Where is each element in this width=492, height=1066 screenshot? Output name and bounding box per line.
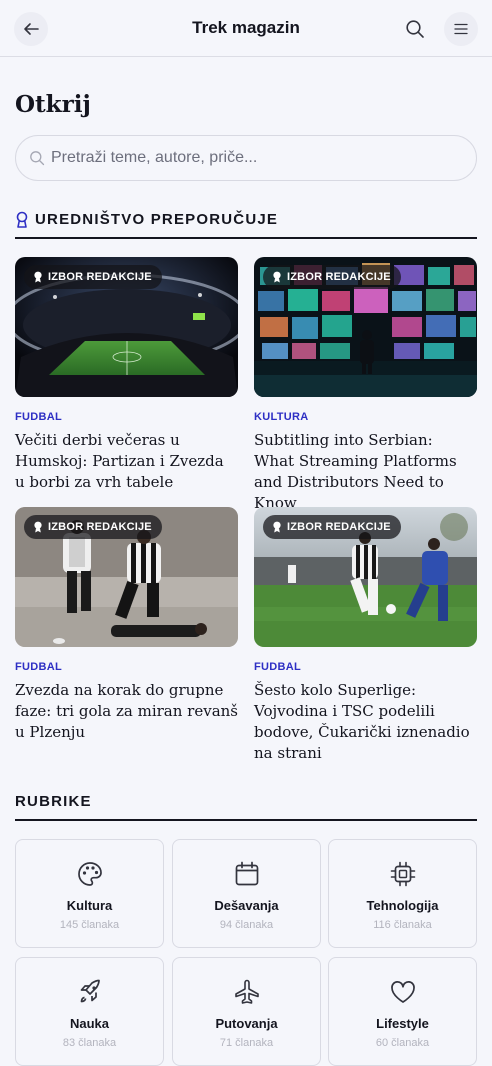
article-image-match: IZBOR REDAKCIJE <box>254 507 477 647</box>
category-tile-lifestyle[interactable]: Lifestyle 60 članaka <box>328 957 477 1066</box>
category-count: 94 članaka <box>219 919 274 931</box>
airplane-icon <box>234 979 259 1004</box>
article-image-screens: IZBOR REDAKCIJE <box>254 257 477 397</box>
category-name: Lifestyle <box>376 1016 429 1031</box>
category-tile-desavanja[interactable]: Dešavanja 94 članaka <box>172 839 321 948</box>
award-ribbon-icon <box>16 211 28 228</box>
editors-pick-badge: IZBOR REDAKCIJE <box>24 515 162 539</box>
search-field[interactable] <box>15 135 477 181</box>
search-input[interactable] <box>51 149 451 167</box>
category-name: Nauka <box>69 1016 110 1031</box>
article-title[interactable]: Subtitling into Serbian: What Streaming … <box>254 430 477 514</box>
palette-icon <box>77 862 102 886</box>
category-count: 145 članaka <box>59 919 120 931</box>
article-title[interactable]: Šesto kolo Superlige: Vojvodina i TSC po… <box>254 680 477 764</box>
heart-icon <box>390 981 415 1003</box>
search-icon <box>406 20 424 38</box>
editors-pick-badge: IZBOR REDAKCIJE <box>263 265 401 289</box>
article-card[interactable]: IZBOR REDAKCIJE KULTURA Subtitling into … <box>254 257 477 514</box>
search-button[interactable] <box>398 12 432 46</box>
article-category[interactable]: FUDBAL <box>15 661 238 673</box>
category-tile-nauka[interactable]: Nauka 83 članaka <box>15 957 164 1066</box>
article-card[interactable]: IZBOR REDAKCIJE FUDBAL Zvezda na korak d… <box>15 507 238 743</box>
editors-pick-badge-label: IZBOR REDAKCIJE <box>287 521 391 533</box>
category-name: Kultura <box>66 898 113 913</box>
hamburger-menu-icon <box>454 23 468 35</box>
calendar-icon <box>235 861 258 886</box>
article-title[interactable]: Večiti derbi večeras u Humskoj: Partizan… <box>15 430 238 493</box>
editors-picks-heading: UREDNIŠTVO PREPORUČUJE <box>15 211 477 239</box>
article-image-stadium: IZBOR REDAKCIJE <box>15 257 238 397</box>
editors-pick-badge-label: IZBOR REDAKCIJE <box>48 521 152 533</box>
rubrike-title: RUBRIKE <box>15 793 92 810</box>
article-category[interactable]: FUDBAL <box>254 661 477 673</box>
category-count: 83 članaka <box>62 1037 117 1049</box>
category-name: Putovanja <box>215 1016 278 1031</box>
editors-picks-title: UREDNIŠTVO PREPORUČUJE <box>35 211 279 228</box>
article-card[interactable]: IZBOR REDAKCIJE FUDBAL Večiti derbi veče… <box>15 257 238 493</box>
category-name: Dešavanja <box>214 898 279 913</box>
editors-pick-badge-label: IZBOR REDAKCIJE <box>48 271 152 283</box>
article-card[interactable]: IZBOR REDAKCIJE FUDBAL Šesto kolo Superl… <box>254 507 477 764</box>
award-icon <box>34 271 42 283</box>
award-icon <box>34 521 42 533</box>
menu-button[interactable] <box>444 12 478 46</box>
category-count: 71 članaka <box>219 1037 274 1049</box>
chip-icon <box>390 861 415 887</box>
category-count: 60 članaka <box>375 1037 430 1049</box>
category-count: 116 članaka <box>373 919 432 931</box>
top-app-bar: Trek magazin <box>0 0 492 57</box>
rubrike-heading: RUBRIKE <box>15 793 477 821</box>
article-image-tackle: IZBOR REDAKCIJE <box>15 507 238 647</box>
article-title[interactable]: Zvezda na korak do grupne faze: tri gola… <box>15 680 238 743</box>
editors-pick-badge: IZBOR REDAKCIJE <box>24 265 162 289</box>
article-category[interactable]: KULTURA <box>254 411 477 423</box>
award-icon <box>273 271 281 283</box>
category-tile-kultura[interactable]: Kultura 145 članaka <box>15 839 164 948</box>
editors-pick-badge: IZBOR REDAKCIJE <box>263 515 401 539</box>
editors-pick-badge-label: IZBOR REDAKCIJE <box>287 271 391 283</box>
search-icon <box>30 151 45 166</box>
category-name: Tehnologija <box>366 898 439 913</box>
rocket-icon <box>80 979 100 1003</box>
article-category[interactable]: FUDBAL <box>15 411 238 423</box>
award-icon <box>273 521 281 533</box>
page-title: Otkrij <box>15 91 91 118</box>
category-tile-putovanja[interactable]: Putovanja 71 članaka <box>172 957 321 1066</box>
category-tile-tehnologija[interactable]: Tehnologija 116 članaka <box>328 839 477 948</box>
